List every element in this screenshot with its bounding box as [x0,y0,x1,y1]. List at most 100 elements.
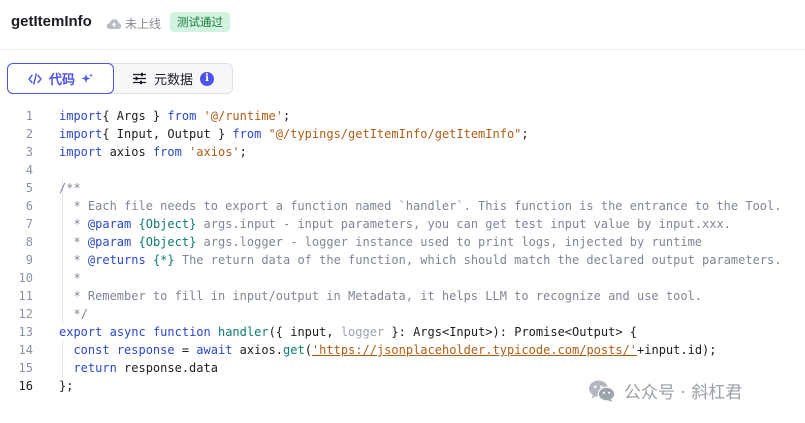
code-line[interactable]: 4 [0,161,805,179]
code-token: import [59,109,103,123]
code-token: handler [217,325,269,339]
line-number: 12 [18,307,33,321]
code-token: = [174,343,197,357]
code-text: import{ Input, Output } from "@/typings/… [59,125,529,143]
line-number: 3 [25,145,33,159]
code-editor[interactable]: 1 import{ Args } from '@/runtime'; 2 import… [0,107,805,395]
tab-metadata-label: 元数据 [153,73,193,88]
code-line[interactable]: 3 import axios from 'axios'; [0,143,805,161]
code-line[interactable]: 5 /** [0,179,805,197]
code-line[interactable]: 1 import{ Args } from '@/runtime'; [0,107,805,125]
line-number: 9 [25,253,33,267]
line-number: 8 [25,235,33,249]
publish-status: 未上线 [106,15,161,32]
line-number: 5 [25,181,33,195]
code-token: ; [283,109,291,123]
code-token: ({ input, [268,325,341,339]
code-token: from [152,145,182,159]
tab-metadata[interactable]: 元数据 i [114,64,232,93]
code-token: {Object} [138,235,197,249]
code-token: */ [59,307,88,321]
code-line[interactable]: 9 * @returns {*} The return data of the … [0,251,805,269]
tab-code-label: 代码 [48,73,75,88]
code-token: const [73,343,110,357]
code-token: @param [87,235,132,249]
code-token: await [196,343,233,357]
code-token: * Each file needs to export a function n… [59,199,782,213]
line-number: 1 [25,109,33,123]
code-token: { Input, Output } [102,127,233,141]
code-line[interactable]: 2 import{ Input, Output } from "@/typings… [0,125,805,143]
line-number: 13 [18,325,33,339]
code-token: '@/runtime' [203,109,284,123]
line-number: 4 [25,163,33,177]
code-token: * Remember to fill in input/output in Me… [59,289,702,303]
watermark: 公众号 · 斜杠君 [588,378,742,403]
code-line[interactable]: 8 * @param {Object} args.logger - logger… [0,233,805,251]
line-number: 2 [25,127,33,141]
status-badge: 测试通过 [170,12,230,32]
code-text: import axios from 'axios'; [59,143,247,161]
code-token: ; [521,127,529,141]
code-token: }; [59,379,74,393]
code-token: +input.id); [637,343,717,357]
code-token: args.logger - logger instance used to pr… [196,235,703,249]
code-token: /** [59,181,81,195]
info-icon[interactable]: i [200,71,214,86]
code-line[interactable]: 14 const response = await axios.get('htt… [0,341,805,359]
code-token: }: Args<Input>): Promise<Output> { [384,325,638,339]
tab-code[interactable]: 代码 [7,63,114,94]
line-number: 15 [18,361,33,375]
sparkle-icon [81,73,93,83]
wechat-icon [589,380,616,402]
watermark-text: 公众号 · 斜杠君 [624,383,743,403]
tool-header: getItemInfo 未上线 测试通过 [0,0,805,50]
code-text: * @param {Object} args.input - input par… [59,215,730,233]
code-token: 'https://jsonplaceholder.typicode.com/po… [311,343,638,357]
code-text: * @param {Object} args.logger - logger i… [59,233,702,251]
code-text: * Each file needs to export a function n… [59,197,781,215]
code-line[interactable]: 6 * Each file needs to export a function… [0,197,805,215]
code-token: {Object} [138,217,197,231]
sliders-icon [132,72,146,85]
code-token: "@/typings/getItemInfo/getItemInfo" [268,127,522,141]
code-token: response.data [116,361,218,375]
code-token: logger [340,325,385,339]
code-token: from [232,127,262,141]
line-number: 11 [18,289,33,303]
page-title: getItemInfo [11,13,92,30]
code-token: ; [239,145,247,159]
code-token: get [283,343,305,357]
code-token: function [152,325,211,339]
code-line[interactable]: 12 */ [0,305,805,323]
code-token: export [59,325,103,339]
code-text: */ [59,305,88,323]
line-number: 6 [25,199,33,213]
code-line[interactable]: 10 * [0,269,805,287]
code-token: The return data of the function, which s… [174,253,782,267]
cloud-icon [106,18,122,29]
code-line[interactable]: 11 * Remember to fill in input/output in… [0,287,805,305]
code-token: import [59,145,103,159]
code-token: * [59,271,81,285]
code-token: * [59,235,88,249]
code-token: axios [102,145,153,159]
code-icon [28,72,42,85]
code-token: 'axios' [189,145,240,159]
code-line[interactable]: 7 * @param {Object} args.input - input p… [0,215,805,233]
code-text: const response = await axios.get('https:… [59,341,717,359]
code-line[interactable]: 13 export async function handler({ input,… [0,323,805,341]
code-text: return response.data [59,359,218,377]
code-token: axios. [232,343,283,357]
editor-tabs: 代码 元数据 i [7,63,233,94]
code-line[interactable]: 15 return response.data [0,359,805,377]
